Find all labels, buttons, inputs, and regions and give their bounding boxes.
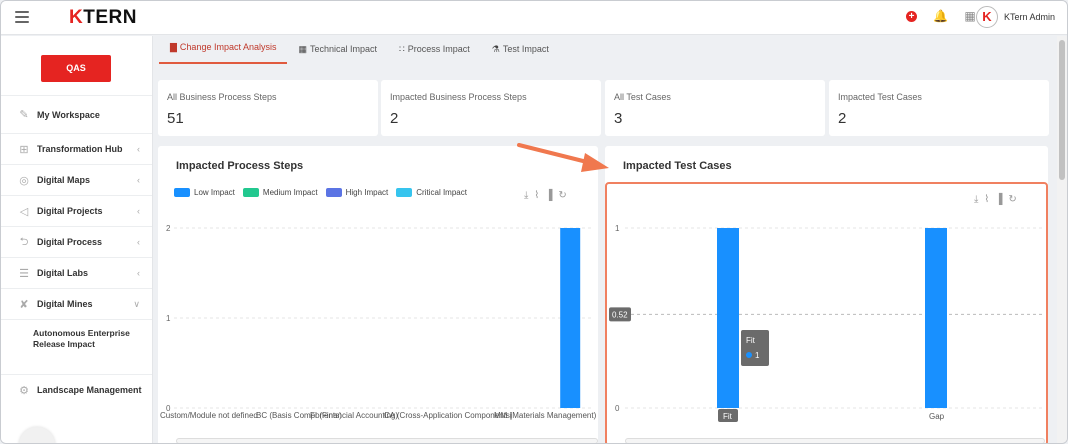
environment-badge[interactable]: QAS [41, 55, 111, 82]
server-icon: ▦ [298, 43, 307, 54]
sidebar-item-my-workspace[interactable]: ✎ My Workspace [1, 95, 152, 133]
tab-label: Test Impact [502, 44, 549, 54]
bar-fit[interactable] [717, 228, 739, 408]
sidebar-subitem-release-impact[interactable]: Autonomous Enterprise Release Impact [1, 319, 152, 374]
tab-label: Process Impact [407, 44, 470, 54]
bell-icon[interactable]: 🔔 [933, 9, 948, 23]
chart-icon: ▇ [170, 41, 177, 52]
tab-label: Change Impact Analysis [179, 42, 277, 52]
y-tick-label: 1 [166, 314, 171, 323]
menu-icon[interactable] [15, 11, 29, 23]
app-frame: KTERN + 🔔 ▦ K KTern Admin QAS ✎ My Worksp… [0, 0, 1068, 444]
test-cases-chart: 0 1 0.52 Fit Gap Fit 1 [609, 224, 1043, 422]
scrollbar-thumb[interactable] [1059, 40, 1065, 180]
x-tick-label: Custom/Module not defined [160, 411, 258, 420]
sidebar-item-digital-labs[interactable]: ☰ Digital Labs ‹ [1, 257, 152, 288]
bar-gap[interactable] [925, 228, 947, 408]
tab-test-impact[interactable]: ⚗ Test Impact [481, 36, 560, 66]
sidebar-item-digital-process[interactable]: ⮌ Digital Process ‹ [1, 226, 152, 257]
projects-icon: ◁ [19, 205, 29, 218]
tab-bar: ▇ Change Impact Analysis ▦ Technical Impact… [153, 36, 1058, 66]
card-value: 3 [614, 110, 623, 127]
labs-icon: ☰ [19, 267, 29, 280]
tooltip-series-dot [746, 352, 752, 358]
sidebar: QAS ✎ My Workspace ⊞ Transformation Hub ‹ ◎ Di… [1, 36, 153, 443]
chart-tooltip: Fit 1 [741, 330, 769, 366]
flask-icon: ⚗ [491, 43, 500, 54]
crosshair-value: 0.52 [612, 310, 628, 319]
impacted-test-cases-panel: Impacted Test Cases ⤓ ⌇ ▐ ↻ 0 1 0.52 Fit Gap… [605, 146, 1048, 443]
tooltip-value: 1 [755, 351, 760, 360]
card-value: 2 [838, 110, 847, 127]
avatar[interactable]: K [975, 6, 998, 28]
top-bar: KTERN + 🔔 ▦ K KTern Admin [1, 1, 1067, 35]
chevron-left-icon[interactable]: ‹ [137, 268, 140, 278]
sidebar-item-digital-maps[interactable]: ◎ Digital Maps ‹ [1, 164, 152, 195]
x-tick-label: MM (Materials Management) [494, 411, 597, 420]
user-name: KTern Admin [1003, 12, 1055, 22]
sidebar-item-label: Digital Process [37, 237, 103, 247]
x-tick-label: Gap [929, 412, 945, 421]
y-tick-label: 1 [615, 224, 620, 233]
sidebar-item-label: Digital Maps [37, 175, 91, 185]
sidebar-item-label: Digital Mines [37, 299, 93, 309]
tooltip-title: Fit [746, 336, 756, 345]
tab-label: Technical Impact [310, 44, 378, 54]
grid-icon: ⊞ [19, 143, 29, 156]
map-icon: ◎ [19, 174, 29, 187]
summary-card-impacted-test-cases: Impacted Test Cases 2 [829, 80, 1049, 136]
chevron-left-icon[interactable]: ‹ [137, 237, 140, 247]
summary-card-impacted-business-process-steps: Impacted Business Process Steps 2 [381, 80, 601, 136]
card-label: Impacted Test Cases [838, 92, 922, 102]
workspace-icon: ✎ [19, 109, 29, 121]
card-value: 51 [167, 110, 184, 127]
chevron-down-icon[interactable]: ∨ [133, 299, 140, 310]
sidebar-item-label: Digital Labs [37, 268, 89, 278]
card-value: 2 [390, 110, 399, 127]
calendar-icon[interactable]: ▦ [963, 9, 977, 23]
mines-icon: ✘ [19, 298, 29, 311]
card-label: All Test Cases [614, 92, 671, 102]
landscape-icon: ⚙ [19, 384, 29, 397]
ktern-logo[interactable]: KTERN [69, 7, 137, 29]
sidebar-item-transformation-hub[interactable]: ⊞ Transformation Hub ‹ [1, 133, 152, 164]
add-icon[interactable]: + [906, 10, 917, 22]
bar-mm-materials-management[interactable] [560, 228, 581, 408]
sidebar-item-landscape-management[interactable]: ⚙ Landscape Management [1, 374, 152, 405]
y-tick-label: 0 [615, 404, 620, 413]
process-icon: ⮌ [19, 235, 29, 248]
page-scrollbar[interactable] [1057, 36, 1067, 443]
chart-zoom-slider[interactable] [176, 438, 598, 443]
process-flow-icon: ∷ [399, 43, 405, 54]
sidebar-item-label: My Workspace [37, 109, 100, 120]
sidebar-item-digital-projects[interactable]: ◁ Digital Projects ‹ [1, 195, 152, 226]
sidebar-item-label: Transformation Hub [37, 144, 123, 154]
sidebar-item-label: Landscape Management [37, 385, 142, 395]
tab-technical-impact[interactable]: ▦ Technical Impact [287, 36, 388, 66]
chart-zoom-slider[interactable] [625, 438, 1045, 443]
tab-change-impact-analysis[interactable]: ▇ Change Impact Analysis [159, 36, 288, 64]
tab-process-impact[interactable]: ∷ Process Impact [388, 36, 481, 66]
card-label: All Business Process Steps [167, 92, 277, 102]
sidebar-item-digital-mines[interactable]: ✘ Digital Mines ∨ [1, 288, 152, 319]
process-steps-chart: 012Custom/Module not definedBC (Basis Co… [160, 224, 597, 420]
card-label: Impacted Business Process Steps [390, 92, 527, 102]
summary-card-all-test-cases: All Test Cases 3 [605, 80, 825, 136]
user-menu[interactable]: K KTern Admin [975, 6, 1055, 28]
sidebar-item-label: Digital Projects [37, 206, 103, 216]
annotation-arrow-icon [517, 143, 609, 172]
y-tick-label: 2 [166, 224, 171, 233]
chevron-left-icon[interactable]: ‹ [137, 175, 140, 185]
chevron-left-icon[interactable]: ‹ [137, 206, 140, 216]
chevron-left-icon[interactable]: ‹ [137, 144, 140, 154]
impacted-process-steps-panel: Impacted Process Steps Low Impact Medium … [158, 146, 598, 443]
x-tick-label: Fit [723, 412, 733, 421]
summary-card-all-business-process-steps: All Business Process Steps 51 [158, 80, 378, 136]
sidebar-list: ✎ My Workspace ⊞ Transformation Hub ‹ ◎ Digita… [1, 95, 152, 405]
